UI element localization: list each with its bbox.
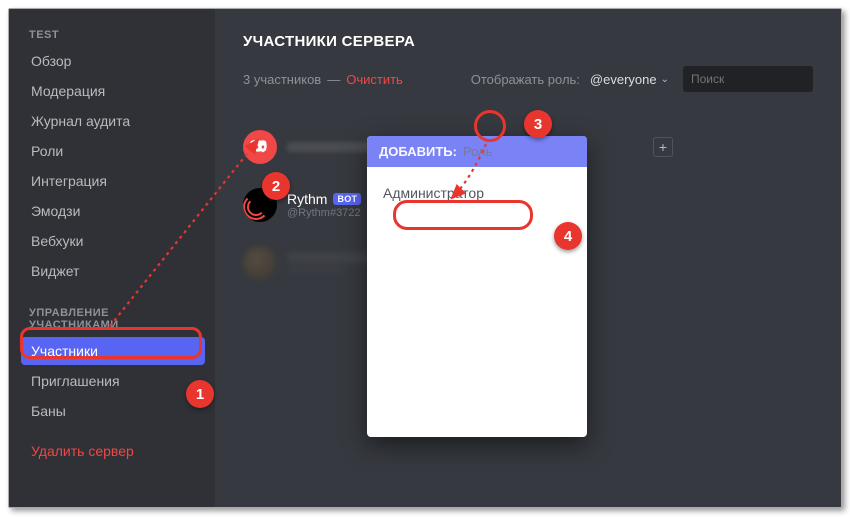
sidebar-item-overview[interactable]: Обзор	[21, 47, 205, 75]
sidebar-item-webhooks[interactable]: Вебхуки	[21, 227, 205, 255]
settings-sidebar: TEST Обзор Модерация Журнал аудита Роли …	[9, 9, 215, 507]
sidebar-item-emoji[interactable]: Эмодзи	[21, 197, 205, 225]
filter-row: 3 участников — Очистить Отображать роль:…	[243, 66, 813, 92]
display-role-label: Отображать роль:	[471, 72, 580, 87]
sidebar-item-invites[interactable]: Приглашения	[21, 367, 205, 395]
sidebar-item-widget[interactable]: Виджет	[21, 257, 205, 285]
member-name-wrap: Rythm BOT @Rythm#3722	[287, 191, 361, 219]
popover-body: Администратор	[367, 167, 587, 437]
clear-filter-link[interactable]: Очистить	[346, 72, 403, 87]
search-box[interactable]	[683, 66, 813, 92]
blurred-tag	[287, 266, 347, 273]
role-filter-value: @everyone	[590, 72, 657, 87]
role-filter-select[interactable]: @everyone ⌄	[590, 72, 669, 87]
sidebar-delete-server[interactable]: Удалить сервер	[21, 437, 205, 465]
popover-role-input[interactable]	[463, 144, 587, 159]
member-tag: @Rythm#3722	[287, 207, 361, 219]
popover-header-label: ДОБАВИТЬ:	[379, 144, 457, 159]
member-name-label: Rythm	[287, 191, 327, 207]
bot-badge: BOT	[333, 193, 361, 205]
page-title: УЧАСТНИКИ СЕРВЕРА	[243, 33, 813, 50]
add-role-button[interactable]: +	[653, 137, 673, 157]
member-count: 3 участников	[243, 72, 321, 87]
sidebar-item-bans[interactable]: Баны	[21, 397, 205, 425]
search-input[interactable]	[691, 72, 842, 86]
avatar	[243, 246, 277, 280]
app-frame: TEST Обзор Модерация Журнал аудита Роли …	[8, 8, 842, 508]
popover-role-item[interactable]: Администратор	[367, 177, 587, 209]
main-panel: УЧАСТНИКИ СЕРВЕРА 3 участников — Очистит…	[215, 9, 841, 507]
avatar	[243, 130, 277, 164]
sidebar-item-roles[interactable]: Роли	[21, 137, 205, 165]
sidebar-section-test: TEST	[21, 23, 205, 47]
add-role-popover: ДОБАВИТЬ: Администратор	[367, 136, 587, 437]
popover-header: ДОБАВИТЬ:	[367, 136, 587, 167]
avatar	[243, 188, 277, 222]
sidebar-item-audit-log[interactable]: Журнал аудита	[21, 107, 205, 135]
dash: —	[327, 72, 340, 87]
sidebar-item-moderation[interactable]: Модерация	[21, 77, 205, 105]
sidebar-section-user-mgmt: УПРАВЛЕНИЕ УЧАСТНИКАМИ	[21, 301, 205, 337]
chevron-down-icon: ⌄	[661, 74, 669, 85]
sidebar-item-members[interactable]: Участники	[21, 337, 205, 365]
sidebar-item-integrations[interactable]: Интеграция	[21, 167, 205, 195]
